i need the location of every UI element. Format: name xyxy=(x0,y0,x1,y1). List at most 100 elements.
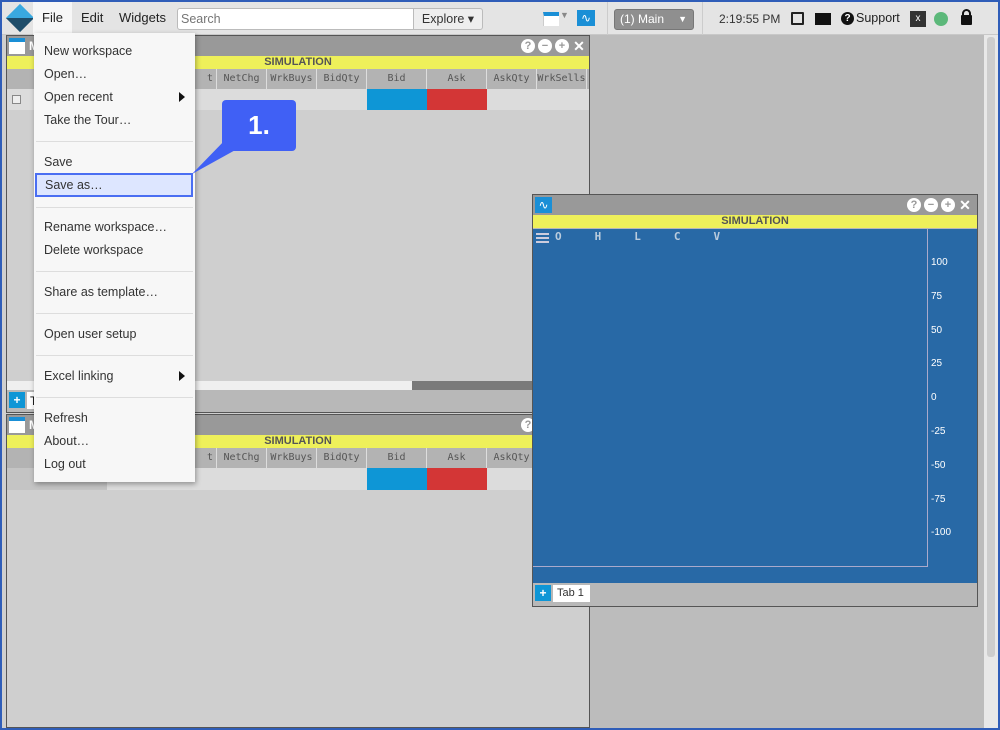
column-header[interactable]: NetChg xyxy=(217,69,267,89)
app-logo[interactable] xyxy=(5,3,35,33)
menu-separator xyxy=(36,141,193,142)
menu-separator xyxy=(36,397,193,398)
chart-widget-icon[interactable]: ∿ xyxy=(577,10,595,26)
hamburger-menu-icon[interactable] xyxy=(536,233,549,243)
ask-cell[interactable] xyxy=(427,468,487,490)
app-frame: File Edit Widgets Explore ▾ ▼ ∿ (1) Main… xyxy=(2,2,998,728)
minimize-icon[interactable]: − xyxy=(924,198,938,212)
chart-icon: ∿ xyxy=(535,197,552,213)
y-axis-tick-label: 75 xyxy=(931,290,943,302)
menu-item-save[interactable]: Save xyxy=(34,151,195,173)
clock: 2:19:55 PM xyxy=(719,12,781,26)
open-label: O xyxy=(555,230,562,243)
column-header[interactable]: BidQty xyxy=(317,69,367,89)
divider xyxy=(702,2,703,35)
maximize-icon[interactable]: + xyxy=(555,39,569,53)
column-header[interactable]: AskQty xyxy=(487,448,537,468)
simulation-banner: SIMULATION xyxy=(533,215,977,228)
chevron-down-icon[interactable]: ▼ xyxy=(560,10,569,20)
high-label: H xyxy=(594,230,602,243)
menu-item-about[interactable]: About… xyxy=(34,430,195,452)
column-header[interactable]: Ask xyxy=(427,448,487,468)
callout-step-badge: 1. xyxy=(222,100,296,151)
menu-separator xyxy=(36,271,193,272)
menu-separator xyxy=(36,207,193,208)
tab-bar: + Tab 1 xyxy=(533,583,977,606)
grid-widget-icon[interactable] xyxy=(543,12,559,26)
y-axis-tick-label: -100 xyxy=(931,527,952,539)
column-header[interactable]: WrkBuys xyxy=(267,69,317,89)
column-header[interactable]: BidQty xyxy=(317,448,367,468)
menu-item-open-recent[interactable]: Open recent xyxy=(34,86,195,108)
file-menu: New workspace Open… Open recent Take the… xyxy=(34,33,195,482)
menu-item-save-as[interactable]: Save as… xyxy=(35,173,193,197)
maximize-icon[interactable]: + xyxy=(941,198,955,212)
chart-plot-border xyxy=(533,229,928,567)
column-header[interactable]: Ask xyxy=(427,69,487,89)
submenu-arrow-icon xyxy=(179,92,185,102)
ohlcv-legend: OHLCV xyxy=(555,230,720,243)
column-header[interactable]: AskQty xyxy=(487,69,537,89)
menu-item-log-out[interactable]: Log out xyxy=(34,453,195,475)
connection-status-icon xyxy=(934,12,948,26)
lock-icon[interactable] xyxy=(961,9,972,25)
support-link[interactable]: Support xyxy=(856,11,900,25)
submenu-arrow-icon xyxy=(179,371,185,381)
save-icon[interactable] xyxy=(791,12,804,25)
y-axis-tick-label: -25 xyxy=(931,426,946,437)
search-input[interactable] xyxy=(177,8,414,30)
chart-area[interactable]: O H L C V 100 75 50 25 0 -25 -50 -75 -100 xyxy=(533,229,977,583)
y-axis-tick-label: -50 xyxy=(931,459,946,471)
bid-cell[interactable] xyxy=(367,89,427,110)
menu-item-open-user-setup[interactable]: Open user setup xyxy=(34,323,195,345)
menu-item-label: Open recent xyxy=(44,90,113,104)
excel-icon[interactable]: x xyxy=(910,11,926,27)
column-header[interactable]: Bid xyxy=(367,69,427,89)
menu-edit[interactable]: Edit xyxy=(72,2,112,35)
y-axis-tick-label: 25 xyxy=(931,358,943,370)
menu-item-take-tour[interactable]: Take the Tour… xyxy=(34,109,195,131)
y-axis-tick-label: 0 xyxy=(931,392,937,404)
menu-item-rename-workspace[interactable]: Rename workspace… xyxy=(34,216,195,238)
ask-cell[interactable] xyxy=(427,89,487,110)
menu-file[interactable]: File xyxy=(33,2,72,35)
vertical-scrollbar[interactable] xyxy=(984,35,998,728)
grid-icon xyxy=(9,38,25,54)
expand-icon[interactable] xyxy=(12,95,21,104)
bid-cell[interactable] xyxy=(367,468,427,490)
column-header[interactable]: WrkBuys xyxy=(267,448,317,468)
menu-item-new-workspace[interactable]: New workspace xyxy=(34,40,195,62)
y-axis-tick-label: 50 xyxy=(931,324,943,336)
column-header[interactable]: Bid xyxy=(367,448,427,468)
column-header[interactable]: NetChg xyxy=(217,448,267,468)
minimize-icon[interactable]: − xyxy=(538,39,552,53)
menu-item-share-template[interactable]: Share as template… xyxy=(34,281,195,303)
tab[interactable]: Tab 1 xyxy=(553,585,590,602)
mail-icon[interactable] xyxy=(815,13,831,25)
window-titlebar[interactable]: ∿ ? − + ✕ xyxy=(533,195,977,215)
help-icon[interactable]: ? xyxy=(841,12,854,25)
divider xyxy=(607,2,608,35)
close-icon[interactable]: ✕ xyxy=(572,39,586,53)
close-label: C xyxy=(673,230,681,243)
grid-icon xyxy=(9,417,25,433)
close-icon[interactable]: ✕ xyxy=(958,198,972,212)
menu-item-excel-linking[interactable]: Excel linking xyxy=(34,365,195,387)
column-header[interactable]: WrkSells xyxy=(537,69,587,89)
explore-button[interactable]: Explore ▾ xyxy=(413,8,483,30)
menu-item-delete-workspace[interactable]: Delete workspace xyxy=(34,239,195,261)
add-tab-button[interactable]: + xyxy=(535,585,551,601)
menu-widgets[interactable]: Widgets xyxy=(110,2,175,35)
add-tab-button[interactable]: + xyxy=(9,392,25,408)
menu-item-open[interactable]: Open… xyxy=(34,63,195,85)
menu-separator xyxy=(36,355,193,356)
workspace-select-value: (1) Main xyxy=(620,12,665,26)
menu-separator xyxy=(36,313,193,314)
menu-item-refresh[interactable]: Refresh xyxy=(34,407,195,429)
help-icon[interactable]: ? xyxy=(907,198,921,212)
chart-window: ∿ ? − + ✕ SIMULATION O H L C V 100 75 50 25 0 -25… xyxy=(532,194,978,607)
workspace-select[interactable]: (1) Main ▼ xyxy=(614,9,694,30)
volume-label: V xyxy=(713,230,721,243)
help-icon[interactable]: ? xyxy=(521,39,535,53)
y-axis-tick-label: -75 xyxy=(931,493,946,505)
